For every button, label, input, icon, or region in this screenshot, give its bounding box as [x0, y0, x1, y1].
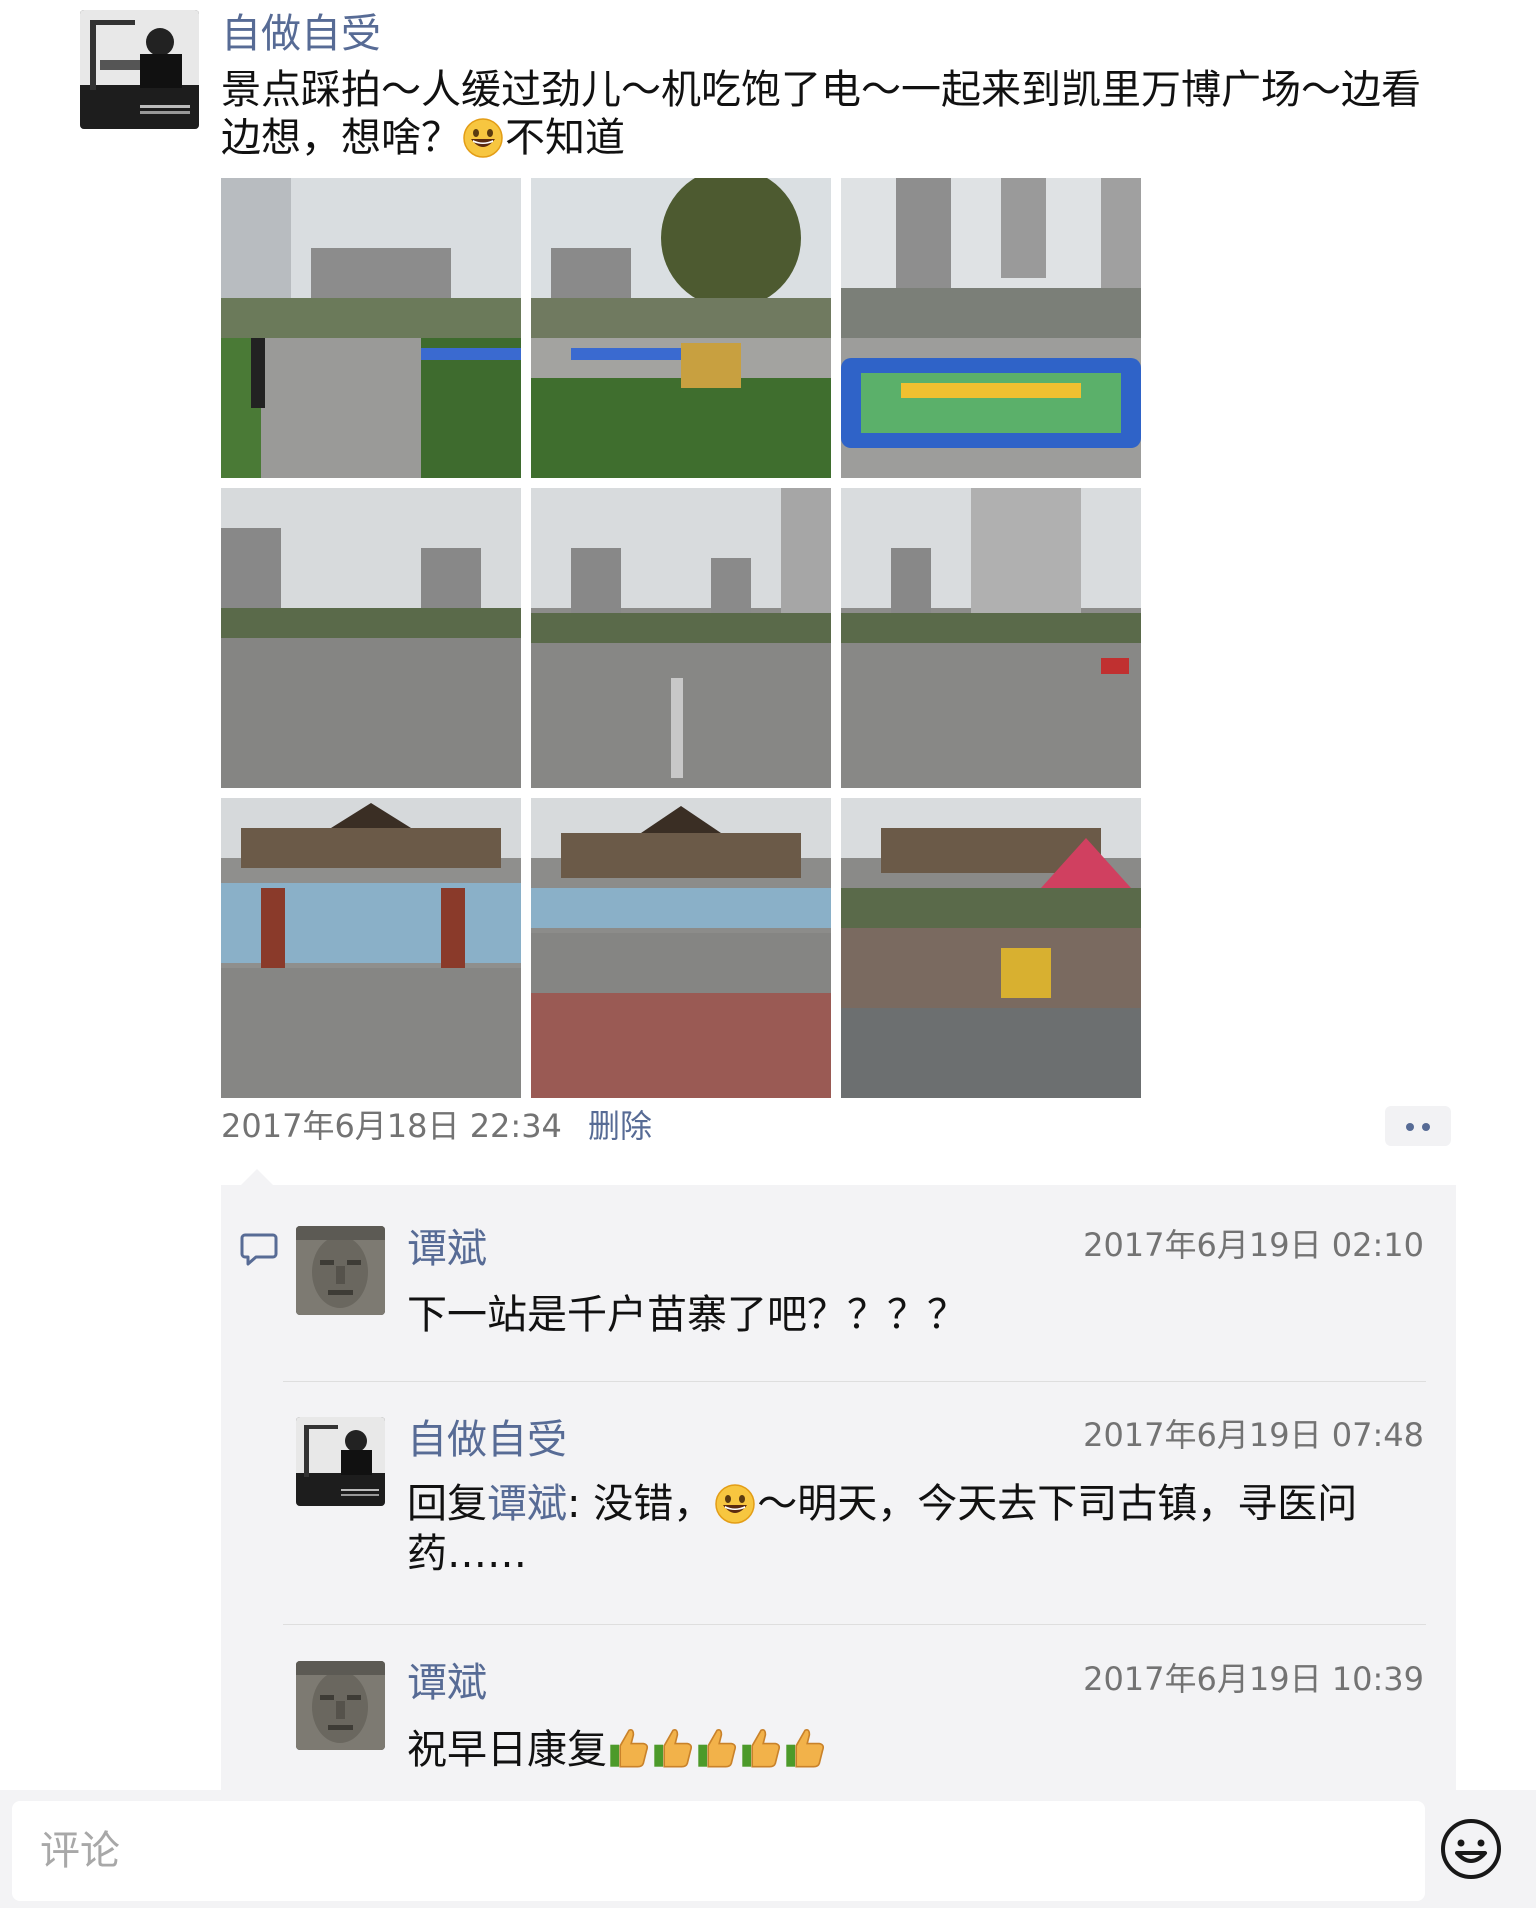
- comment-bubble-icon: [240, 1233, 278, 1266]
- delete-post-link[interactable]: 删除: [588, 1101, 652, 1151]
- comment-timestamp: 2017年6月19日 10:39: [1083, 1660, 1424, 1698]
- post-timestamp: 2017年6月18日 22:34: [221, 1107, 562, 1145]
- thumbs-up-icon: [607, 1726, 651, 1770]
- comment-box-pointer: [240, 1169, 274, 1186]
- commenter-name[interactable]: 自做自受: [407, 1413, 567, 1467]
- dot-icon: [1406, 1123, 1414, 1131]
- photo-thumbnail[interactable]: [221, 798, 521, 1098]
- reply-target-name[interactable]: 谭斌: [487, 1481, 567, 1527]
- comment-text-main: 祝早日康复: [407, 1727, 607, 1773]
- post-text-tail: 不知道: [505, 115, 625, 161]
- post-author-avatar[interactable]: [80, 10, 199, 129]
- comment-divider: [283, 1381, 1426, 1382]
- photo-thumbnail[interactable]: [841, 488, 1141, 788]
- reply-text-start: : 没错，: [567, 1481, 714, 1527]
- comment-text[interactable]: 祝早日康复: [407, 1725, 1432, 1775]
- thumbs-up-row: [607, 1727, 827, 1773]
- comment-timestamp: 2017年6月19日 07:48: [1083, 1416, 1424, 1454]
- photo-thumbnail[interactable]: [221, 178, 521, 478]
- photo-thumbnail[interactable]: [531, 488, 831, 788]
- thumbs-up-icon: [783, 1726, 827, 1770]
- commenter-avatar[interactable]: [296, 1226, 385, 1315]
- commenter-name[interactable]: 谭斌: [407, 1222, 487, 1276]
- comment-input[interactable]: [12, 1801, 1425, 1901]
- photo-thumbnail[interactable]: [841, 178, 1141, 478]
- photo-thumbnail[interactable]: [841, 798, 1141, 1098]
- thumbs-up-icon: [739, 1726, 783, 1770]
- grinning-face-icon: [715, 1484, 755, 1524]
- photo-thumbnail[interactable]: [531, 178, 831, 478]
- comment-text[interactable]: 下一站是千户苗寨了吧？？？？: [407, 1290, 1432, 1340]
- grinning-face-icon: [463, 118, 503, 158]
- post-author-name[interactable]: 自做自受: [221, 6, 381, 62]
- comment-timestamp: 2017年6月19日 02:10: [1083, 1226, 1424, 1264]
- commenter-avatar[interactable]: [296, 1661, 385, 1750]
- dot-icon: [1422, 1123, 1430, 1131]
- comment-divider: [283, 1624, 1426, 1625]
- photo-thumbnail[interactable]: [221, 488, 521, 788]
- post-text: 景点踩拍～人缓过劲儿～机吃饱了电～一起来到凯里万博广场～边看边想，想啥？ 不知道: [221, 66, 1446, 162]
- post-text-main: 景点踩拍～人缓过劲儿～机吃饱了电～一起来到凯里万博广场～边看边想，想啥？: [221, 67, 1421, 161]
- reply-prefix: 回复: [407, 1481, 487, 1527]
- thumbs-up-icon: [695, 1726, 739, 1770]
- more-actions-button[interactable]: [1385, 1106, 1451, 1146]
- emoji-picker-button[interactable]: [1439, 1817, 1503, 1881]
- commenter-avatar[interactable]: [296, 1417, 385, 1506]
- thumbs-up-icon: [651, 1726, 695, 1770]
- comment-text[interactable]: 回复谭斌: 没错， ～明天，今天去下司古镇，寻医问药……: [407, 1479, 1432, 1579]
- commenter-name[interactable]: 谭斌: [407, 1656, 487, 1710]
- photo-thumbnail[interactable]: [531, 798, 831, 1098]
- smiley-face-icon: [1441, 1819, 1501, 1879]
